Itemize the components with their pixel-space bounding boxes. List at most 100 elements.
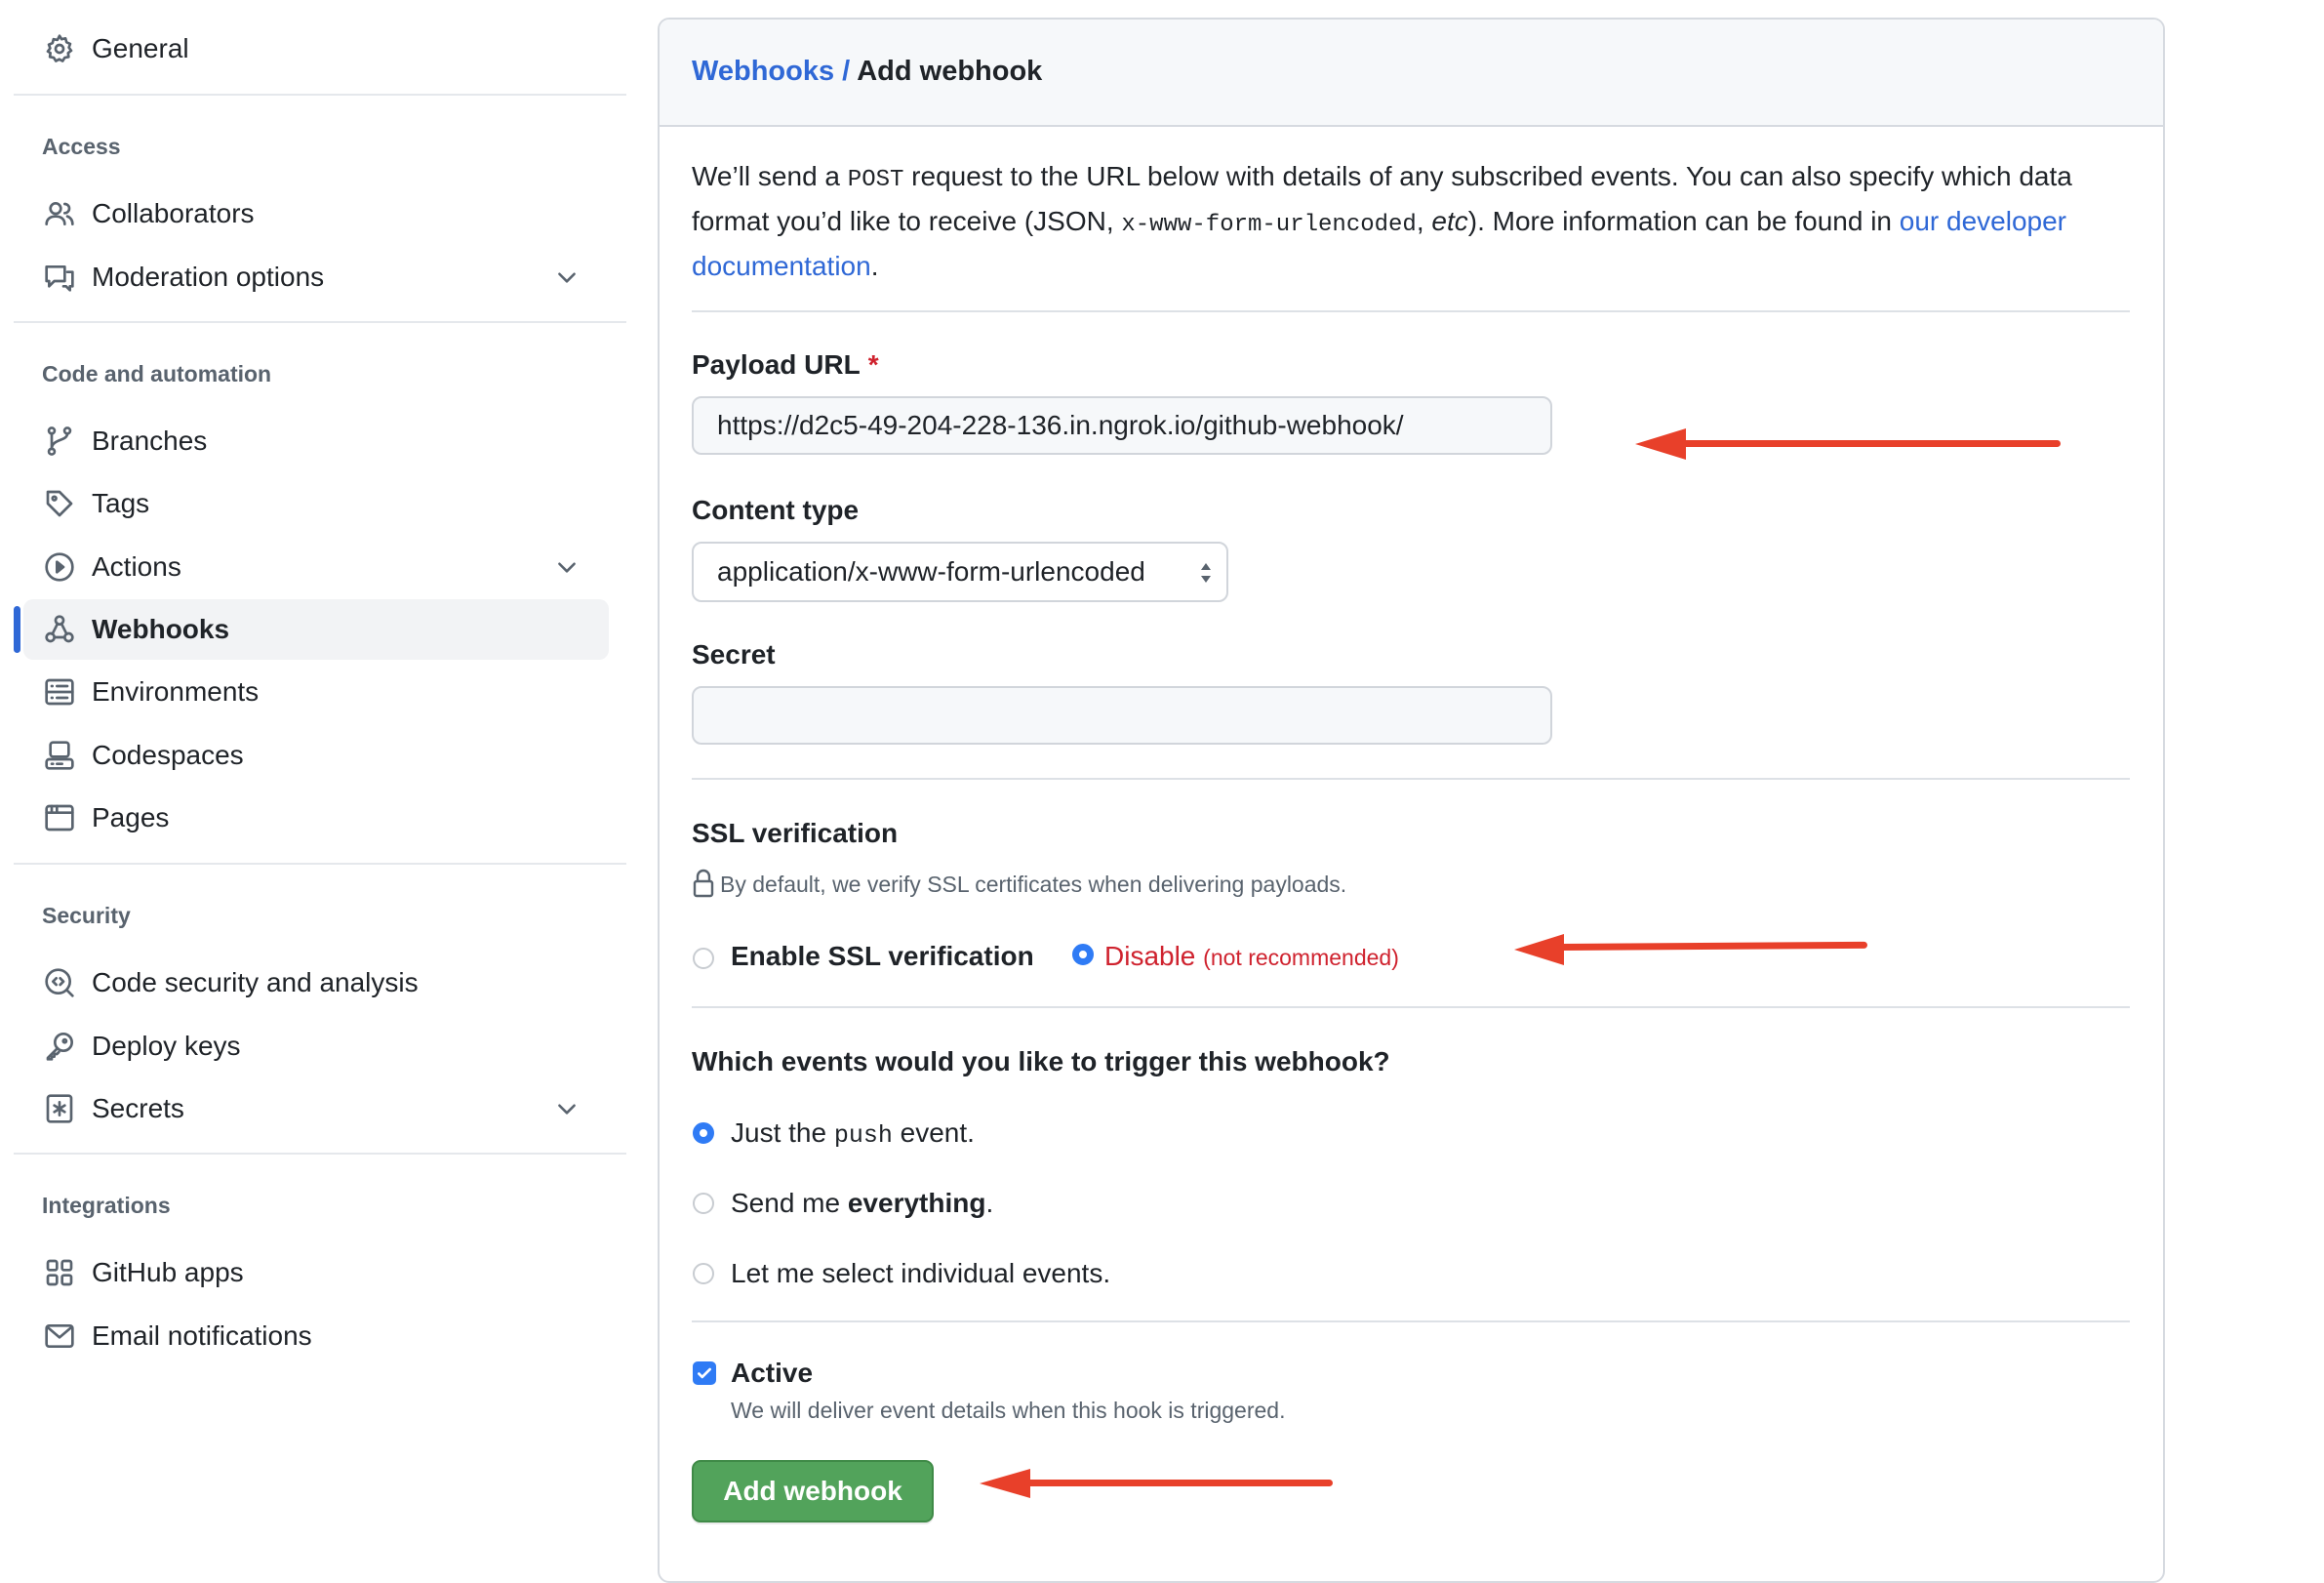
content-type-value: application/x-www-form-urlencoded [717,556,1145,587]
sidebar-item-label: General [92,33,189,63]
sidebar-divider [14,321,626,323]
ssl-disable-note: (not recommended) [1203,945,1399,970]
event-option-everything-radio[interactable] [693,1193,714,1214]
sidebar-item-label: Branches [92,426,208,456]
sidebar-item-moderation-options[interactable]: Moderation options [14,247,609,307]
sidebar-item-label: Email notifications [92,1320,312,1351]
active-note: We will deliver event details when this … [731,1398,1286,1423]
section-divider [692,1006,2130,1008]
sidebar-item-codespaces[interactable]: Codespaces [14,725,609,786]
chevron-down-icon[interactable] [554,1096,580,1121]
annotation-arrow-payload-url [1635,428,2061,460]
sidebar-heading-code-automation: Code and automation [42,361,272,386]
sidebar-item-label: Collaborators [92,198,255,228]
payload-url-label: Payload URL * [692,349,879,381]
chevron-down-icon[interactable] [554,264,580,290]
sidebar-heading-integrations: Integrations [42,1193,171,1218]
payload-url-input[interactable]: https://d2c5-49-204-228-136.in.ngrok.io/… [692,396,1552,455]
payload-url-label-text: Payload URL [692,349,861,380]
sidebar-item-secrets[interactable]: Secrets [14,1078,609,1139]
intro-text-part: ). More information can be found in [1467,206,1900,236]
sidebar-item-label: Webhooks [92,614,230,644]
sidebar-item-tags[interactable]: Tags [14,473,609,534]
add-webhook-button[interactable]: Add webhook [692,1460,934,1522]
git-branch-icon [43,425,76,458]
sidebar-item-label: Tags [92,488,150,518]
codespaces-icon [43,739,76,772]
sidebar-item-label: GitHub apps [92,1257,244,1287]
sidebar-item-branches[interactable]: Branches [14,411,609,471]
secret-label: Secret [692,639,776,670]
sidebar-divider [14,863,626,865]
intro-text: We’ll send a POST request to the URL bel… [692,156,2116,287]
sidebar-item-label: Actions [92,551,181,582]
ssl-heading: SSL verification [692,818,899,848]
people-icon [43,197,76,230]
option-text: event. [892,1117,975,1148]
content-type-label: Content type [692,495,860,525]
intro-text-part: . [870,251,879,281]
intro-text-part: We’ll send a [692,161,848,191]
codescan-icon [43,966,76,999]
option-text-bold: everything [847,1188,986,1218]
ssl-enable-label[interactable]: Enable SSL verification [731,941,1034,972]
checkmark-icon [698,1367,711,1379]
ssl-disable-radio[interactable] [1072,944,1094,965]
ssl-enable-radio[interactable] [693,948,714,969]
sidebar-item-label: Pages [92,802,170,832]
chevron-down-icon[interactable] [554,554,580,580]
gear-icon [43,32,76,65]
content-type-select[interactable]: application/x-www-form-urlencoded [692,542,1228,602]
sidebar-item-general[interactable]: General [14,19,609,79]
active-indicator [14,606,20,653]
sidebar-item-email-notifications[interactable]: Email notifications [14,1306,609,1366]
sidebar-item-label: Environments [92,676,260,707]
lock-icon [693,869,714,898]
inline-code: push [833,1121,893,1150]
breadcrumb-webhooks-link[interactable]: Webhooks [692,56,834,87]
option-text: Just the [731,1117,834,1148]
active-checkbox[interactable] [693,1361,716,1385]
webhook-icon [43,613,76,646]
sidebar-heading-security: Security [42,903,131,928]
events-question: Which events would you like to trigger t… [692,1046,1390,1076]
server-icon [43,675,76,709]
secret-input[interactable] [692,686,1552,745]
event-option-individual-radio[interactable] [693,1263,714,1284]
key-icon [43,1030,76,1063]
apps-icon [43,1256,76,1289]
sidebar-divider [14,1153,626,1155]
section-divider [692,778,2130,780]
intro-text-part: , [1416,206,1432,236]
event-option-everything-label[interactable]: Send me everything. [731,1188,993,1219]
event-option-push-label[interactable]: Just the push event. [731,1117,975,1150]
breadcrumb-separator: / [834,56,858,87]
option-text: Send me [731,1188,848,1218]
sidebar-item-label: Moderation options [92,262,325,292]
sidebar-item-label: Secrets [92,1093,184,1123]
key-asterisk-icon [43,1092,76,1125]
sidebar-item-label: Codespaces [92,740,244,770]
sidebar-item-deploy-keys[interactable]: Deploy keys [14,1016,609,1076]
ssl-disable-label[interactable]: Disable (not recommended) [1104,941,1399,972]
option-text: . [985,1188,994,1218]
page-title: Add webhook [857,56,1043,87]
browser-icon [43,801,76,834]
sidebar-item-code-security[interactable]: Code security and analysis [14,953,609,1013]
sidebar-item-actions[interactable]: Actions [14,537,609,597]
sidebar-item-label: Code security and analysis [92,967,419,997]
annotation-arrow-add-webhook [980,1469,1333,1498]
required-mark: * [867,349,879,380]
active-label[interactable]: Active [731,1358,813,1389]
ssl-disable-text: Disable [1104,941,1196,971]
sidebar-item-pages[interactable]: Pages [14,788,609,848]
event-option-individual-label[interactable]: Let me select individual events. [731,1258,1110,1289]
inline-code: x-www-form-urlencoded [1121,212,1417,238]
sidebar-item-collaborators[interactable]: Collaborators [14,183,609,244]
inline-code: POST [847,167,904,193]
sidebar-item-environments[interactable]: Environments [14,662,609,722]
event-option-push-radio[interactable] [693,1122,714,1144]
sidebar-item-github-apps[interactable]: GitHub apps [14,1242,609,1303]
sidebar-item-webhooks[interactable]: Webhooks [23,599,609,660]
tag-icon [43,487,76,520]
